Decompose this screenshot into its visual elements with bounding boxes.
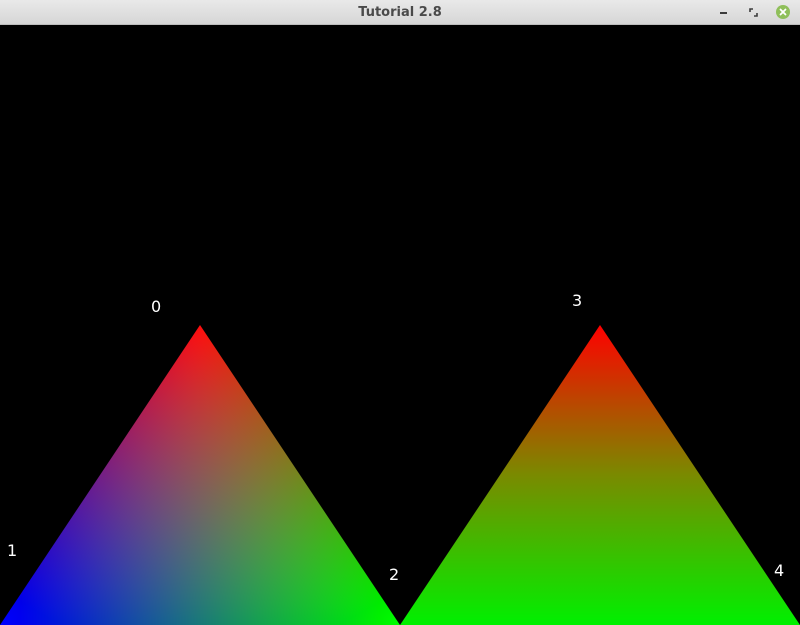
- close-button[interactable]: [775, 4, 791, 20]
- vertex-label-4: 4: [774, 561, 785, 580]
- maximize-icon: [748, 7, 758, 17]
- window-title: Tutorial 2.8: [358, 5, 442, 20]
- maximize-button[interactable]: [745, 4, 761, 20]
- vertex-label-3: 3: [572, 291, 583, 310]
- vertex-label-1: 1: [7, 541, 18, 560]
- title-bar[interactable]: Tutorial 2.8: [0, 0, 800, 25]
- opengl-canvas[interactable]: 0 1 2 3 4: [0, 25, 800, 625]
- application-window: Tutorial 2.8 0 1 2 3 4: [0, 0, 800, 625]
- left-triangle: [0, 325, 400, 625]
- close-circle: [776, 5, 790, 19]
- vertex-label-0: 0: [151, 297, 162, 316]
- vertex-label-2: 2: [389, 565, 400, 584]
- right-triangle: [400, 325, 800, 625]
- minimize-button[interactable]: [715, 4, 731, 20]
- scene-drawing: [0, 325, 800, 625]
- close-icon: [779, 8, 787, 16]
- minimize-icon: [719, 12, 727, 14]
